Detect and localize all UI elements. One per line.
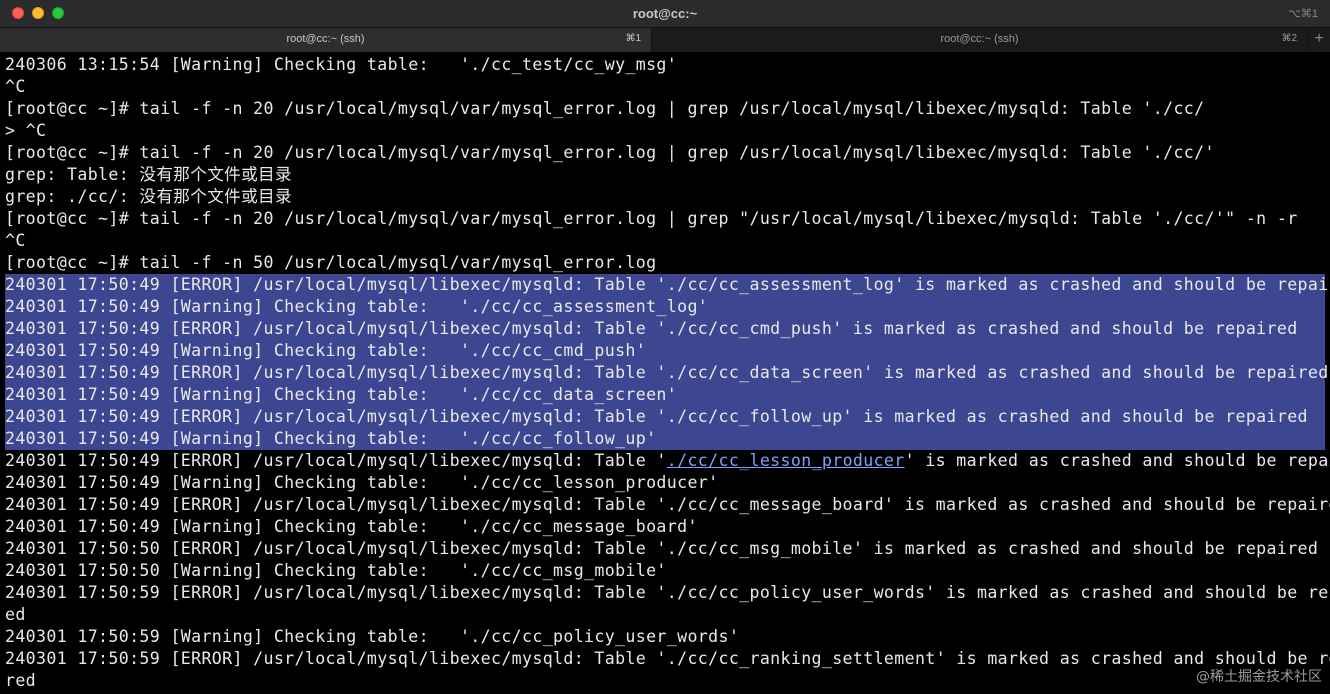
- tab-ssh-1[interactable]: root@cc:~ (ssh) ⌘1: [0, 28, 652, 52]
- terminal-line: 240301 17:50:49 [Warning] Checking table…: [5, 341, 647, 360]
- window-shortcut: ⌥⌘1: [1288, 8, 1318, 20]
- window-titlebar: root@cc:~ ⌥⌘1: [0, 0, 1330, 28]
- terminal-line: [root@cc ~]# tail -f -n 50 /usr/local/my…: [5, 253, 657, 272]
- terminal-line: ed: [5, 605, 26, 624]
- terminal-line: grep: ./cc/: 没有那个文件或目录: [5, 187, 292, 206]
- watermark: @稀土掘金技术社区: [1196, 669, 1322, 685]
- tab-bar: root@cc:~ (ssh) ⌘1 root@cc:~ (ssh) ⌘2: [0, 28, 1330, 52]
- tab-ssh-2[interactable]: root@cc:~ (ssh) ⌘2: [652, 28, 1308, 52]
- terminal-line: 240301 17:50:49 [ERROR] /usr/local/mysql…: [5, 407, 1308, 426]
- path-link[interactable]: ./cc/cc_lesson_producer: [667, 451, 905, 470]
- terminal-line: 240301 17:50:49 [Warning] Checking table…: [5, 517, 698, 536]
- terminal-line: 240301 17:50:49 [ERROR] /usr/local/mysql…: [5, 319, 1298, 338]
- terminal-line: 240301 17:50:49 [Warning] Checking table…: [5, 429, 657, 448]
- terminal-line: red: [5, 671, 37, 690]
- terminal-line: [root@cc ~]# tail -f -n 20 /usr/local/my…: [5, 99, 1205, 118]
- terminal-line: 240301 17:50:49 [Warning] Checking table…: [5, 473, 719, 492]
- terminal-line: [root@cc ~]# tail -f -n 20 /usr/local/my…: [5, 209, 1298, 228]
- terminal-line: > ^C: [5, 121, 47, 140]
- terminal-line: [root@cc ~]# tail -f -n 20 /usr/local/my…: [5, 143, 1215, 162]
- terminal-line: 240301 17:50:59 [ERROR] /usr/local/mysql…: [5, 583, 1330, 602]
- tab-label: root@cc:~ (ssh): [286, 33, 365, 45]
- terminal-line: 240301 17:50:50 [ERROR] /usr/local/mysql…: [5, 539, 1319, 558]
- terminal-line: 240301 17:50:59 [Warning] Checking table…: [5, 627, 740, 646]
- window-title: root@cc:~: [632, 6, 698, 21]
- line-text-before: 240301 17:50:49 [ERROR] /usr/local/mysql…: [5, 451, 667, 470]
- terminal-line: 240301 17:50:49 [Warning] Checking table…: [5, 385, 678, 404]
- terminal-line: 240301 17:50:50 [Warning] Checking table…: [5, 561, 667, 580]
- tab-shortcut: ⌘1: [625, 33, 641, 44]
- terminal-line: grep: Table: 没有那个文件或目录: [5, 165, 292, 184]
- terminal-line: 240301 17:50:49 [ERROR] /usr/local/mysql…: [5, 363, 1329, 382]
- terminal-line: 240301 17:50:49 [ERROR] /usr/local/mysql…: [5, 495, 1330, 514]
- terminal-line: 240301 17:50:49 [Warning] Checking table…: [5, 297, 709, 316]
- line-text-after: ' is marked as crashed and should be rep…: [904, 451, 1330, 470]
- tab-label: root@cc:~ (ssh): [940, 33, 1019, 45]
- terminal-output[interactable]: 240306 13:15:54 [Warning] Checking table…: [0, 54, 1330, 694]
- new-tab-button[interactable]: +: [1308, 28, 1330, 52]
- terminal-line: 240301 17:50:59 [ERROR] /usr/local/mysql…: [5, 649, 1330, 668]
- terminal-line: 240301 17:50:49 [ERROR] /usr/local/mysql…: [5, 275, 1330, 294]
- terminal-line: ^C: [5, 77, 26, 96]
- terminal-line: ^C: [5, 231, 26, 250]
- terminal-line: 240306 13:15:54 [Warning] Checking table…: [5, 55, 678, 74]
- terminal-line-with-link: 240301 17:50:49 [ERROR] /usr/local/mysql…: [5, 450, 1330, 472]
- tab-shortcut: ⌘2: [1281, 33, 1297, 44]
